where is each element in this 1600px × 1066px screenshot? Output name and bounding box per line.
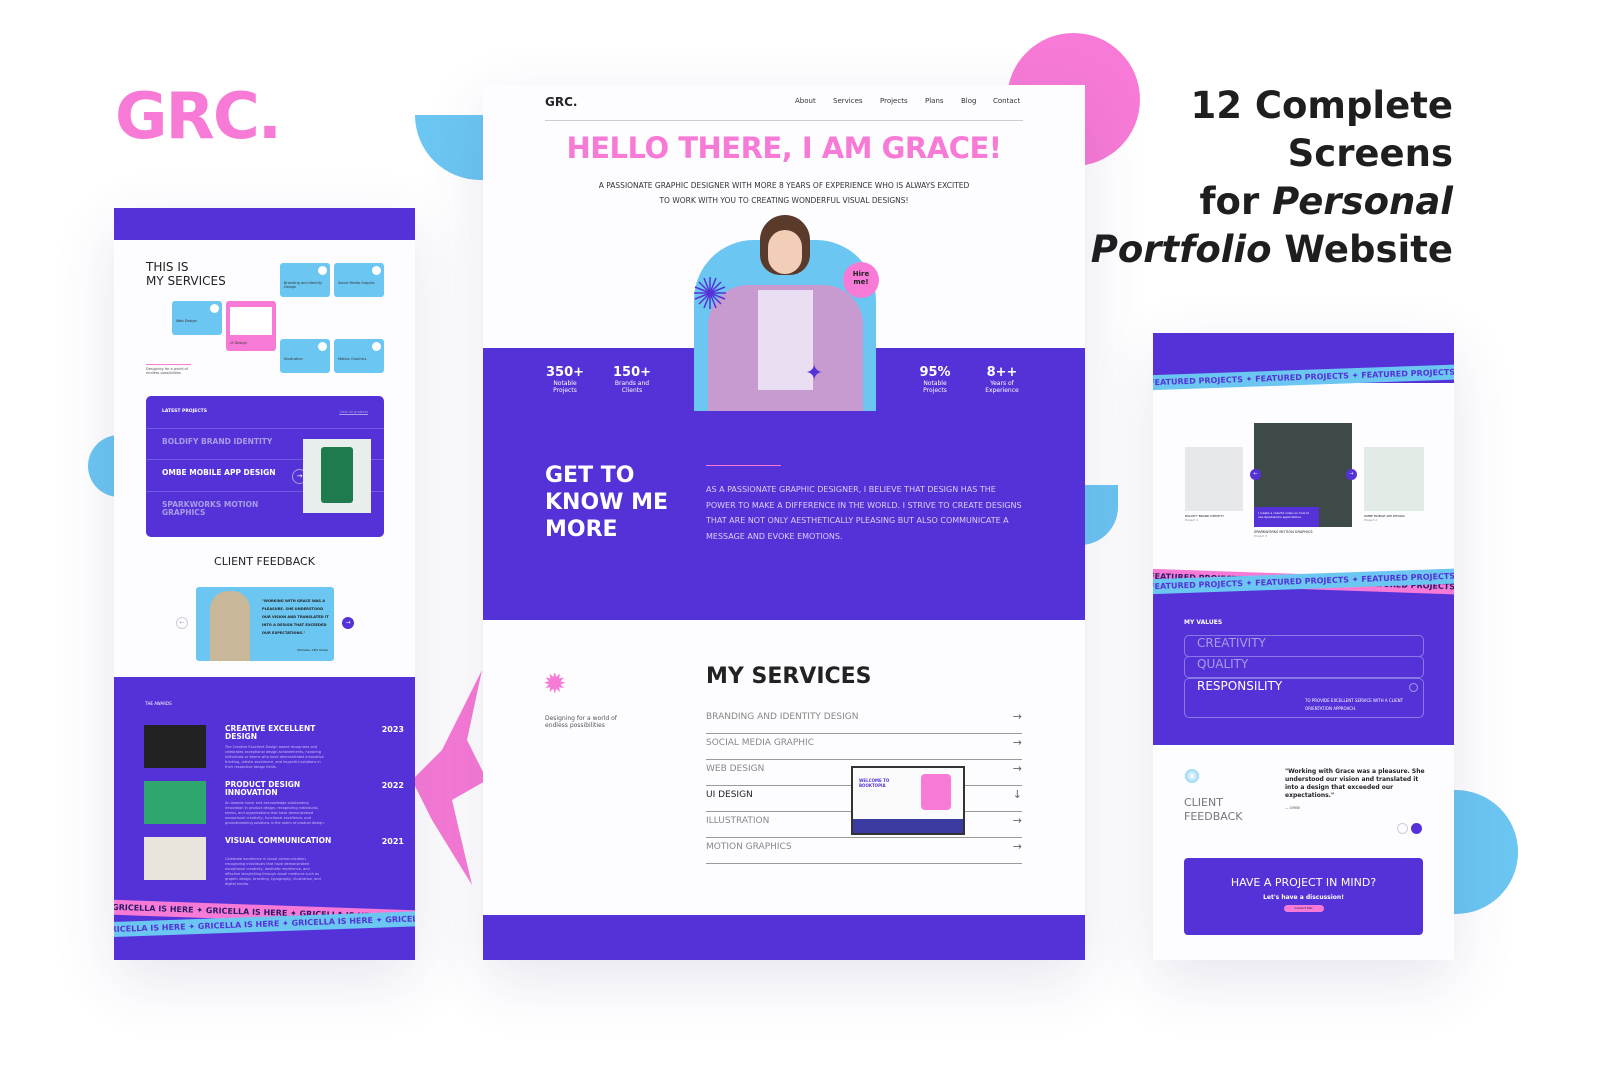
latest-projects-panel: LATEST PROJECTS View all projects BOLDIF… xyxy=(146,396,384,537)
promo-headline: 12 Complete Screens for Personal Portfol… xyxy=(1090,84,1453,271)
contact-button[interactable]: Contact Me! xyxy=(1283,905,1324,912)
service-tile[interactable]: Web Design xyxy=(172,301,222,335)
award-item: VISUAL COMMUNICATION 2021 Celebrate excell… xyxy=(144,837,404,887)
pink-star-decoration xyxy=(412,670,487,885)
collapse-icon xyxy=(1409,683,1418,692)
left-screen: THIS IS MY SERVICES Branding and Identity… xyxy=(114,208,415,960)
featured-project[interactable]: BOLDIFY BRAND IDENTITY Project 1 xyxy=(1185,447,1243,527)
featured-project-active[interactable]: I create a colorful video on how to use … xyxy=(1254,423,1352,543)
right-screen: FEATURED PROJECTS ✦ FEATURED PROJECTS ✦ … xyxy=(1153,333,1454,960)
about-text: AS A PASSIONATE GRAPHIC DESIGNER, I BELI… xyxy=(706,485,1022,541)
pink-star-icon: ✹ xyxy=(543,667,567,700)
nav-about[interactable]: About xyxy=(795,97,816,105)
award-item: PRODUCT DESIGN INNOVATION 2022 An Awards h… xyxy=(144,781,404,831)
project-thumbnail xyxy=(303,439,371,513)
awards-label: THE AWARDS xyxy=(145,701,172,706)
value-item[interactable]: QUALITY xyxy=(1184,656,1424,678)
services-title: THIS IS MY SERVICES xyxy=(146,260,226,288)
services-tagline: Designing for a world of endless possibi… xyxy=(146,364,191,375)
ui-design-preview: WELCOME TO BOOKTOPIA xyxy=(851,766,965,835)
hero-title: HELLO THERE, I AM GRACE! xyxy=(566,131,1002,165)
next-button[interactable]: → xyxy=(342,617,354,629)
header-bar xyxy=(114,208,415,240)
nav-blog[interactable]: Blog xyxy=(961,97,976,105)
service-tile[interactable]: Branding and Identity Design xyxy=(280,263,330,297)
arrow-right-icon: → xyxy=(1012,736,1022,749)
stat-item: 150+ Brands and Clients xyxy=(612,365,652,394)
sparkle-icon: ✦ xyxy=(805,361,824,386)
arrow-right-icon: → xyxy=(1012,840,1022,853)
hero-subtitle: A PASSIONATE GRAPHIC DESIGNER WITH MORE … xyxy=(598,181,970,205)
latest-projects-label: LATEST PROJECTS xyxy=(162,409,207,414)
prev-button[interactable]: ← xyxy=(176,617,188,629)
client-feedback-title: CLIENT FEEDBACK xyxy=(1184,796,1243,823)
view-all-link[interactable]: View all projects xyxy=(339,410,368,414)
testimonial-author: Michelle, CEO Ombe xyxy=(297,648,328,652)
footer-bar xyxy=(483,915,1085,960)
about-title: GET TO KNOW ME MORE xyxy=(545,463,669,542)
value-item-expanded[interactable]: RESPONSILITY TO PROVIDE EXCELLENT SERVIC… xyxy=(1184,678,1424,718)
award-item: CREATIVE EXCELLENT DESIGN 2023 The Creativ… xyxy=(144,725,404,775)
service-row[interactable]: SOCIAL MEDIA GRAPHIC → xyxy=(706,734,1022,760)
nav-plans[interactable]: Plans xyxy=(925,97,944,105)
client-feedback-title: CLIENT FEEDBACK xyxy=(214,555,315,568)
nav-services[interactable]: Services xyxy=(833,97,863,105)
cta-panel: HAVE A PROJECT IN MIND? Let's have a dis… xyxy=(1184,858,1423,935)
arrow-right-icon: → xyxy=(1012,814,1022,827)
arrow-right-icon: → xyxy=(1012,710,1022,723)
about-accent-line xyxy=(706,465,781,466)
featured-project[interactable]: OMBE MOBILE APP DESIGN Project 2 xyxy=(1364,447,1424,527)
sunburst-icon xyxy=(1185,769,1199,783)
next-button[interactable] xyxy=(1411,823,1422,834)
hire-me-button[interactable]: Hire me! xyxy=(843,262,879,298)
carousel-prev-button[interactable]: ← xyxy=(1250,469,1261,480)
service-tile[interactable]: Illustration xyxy=(280,339,330,373)
testimonial-author: — OMBE xyxy=(1285,806,1301,810)
project-item[interactable]: SPARKWORKS MOTION GRAPHICS xyxy=(162,501,292,517)
service-tile[interactable]: Social Media Graphic xyxy=(334,263,384,297)
cta-subtitle: Let's have a discussion! xyxy=(1263,894,1344,901)
cta-title: HAVE A PROJECT IN MIND? xyxy=(1230,876,1377,889)
project-item[interactable]: BOLDIFY BRAND IDENTITY xyxy=(162,438,292,446)
site-logo[interactable]: GRC. xyxy=(545,95,577,109)
testimonial-quote: "Working with Grace was a pleasure. She … xyxy=(1285,768,1425,799)
client-photo xyxy=(210,591,250,661)
brand-logo: GRC. xyxy=(115,80,282,154)
nav-contact[interactable]: Contact xyxy=(993,97,1020,105)
service-tile[interactable]: Motion Graphics xyxy=(334,339,384,373)
sunburst-icon xyxy=(694,277,726,309)
value-item[interactable]: CREATIVITY xyxy=(1184,635,1424,657)
project-item-active[interactable]: OMBE MOBILE APP DESIGN xyxy=(162,469,292,477)
testimonial-quote: "WORKING WITH GRACE WAS A PLEASURE. SHE … xyxy=(262,599,329,635)
services-title: MY SERVICES xyxy=(706,664,872,689)
testimonial-card: "WORKING WITH GRACE WAS A PLEASURE. SHE … xyxy=(196,587,334,661)
prev-button[interactable] xyxy=(1397,823,1408,834)
nav-divider xyxy=(545,120,1023,121)
stat-item: 95% Notable Projects xyxy=(919,365,951,394)
hero-portrait xyxy=(688,210,883,411)
service-row[interactable]: BRANDING AND IDENTITY DESIGN → xyxy=(706,708,1022,734)
main-screen: GRC. About Services Projects Plans Blog … xyxy=(483,85,1085,960)
stat-item: 350+ Notable Projects xyxy=(545,365,585,394)
blue-shape-decoration xyxy=(415,115,485,180)
stat-item: 8++ Years of Experience xyxy=(985,365,1019,394)
arrow-down-icon: ↓ xyxy=(1012,788,1022,801)
service-row[interactable]: MOTION GRAPHICS → xyxy=(706,838,1022,864)
arrow-right-icon: → xyxy=(1012,762,1022,775)
service-tile-active[interactable]: UI Design xyxy=(226,301,276,351)
blue-shape-decoration xyxy=(1080,485,1118,545)
services-tagline: Designing for a world of endless possibi… xyxy=(545,715,617,729)
carousel-next-button[interactable]: → xyxy=(1346,469,1357,480)
values-label: MY VALUES xyxy=(1184,619,1223,626)
nav-projects[interactable]: Projects xyxy=(880,97,908,105)
